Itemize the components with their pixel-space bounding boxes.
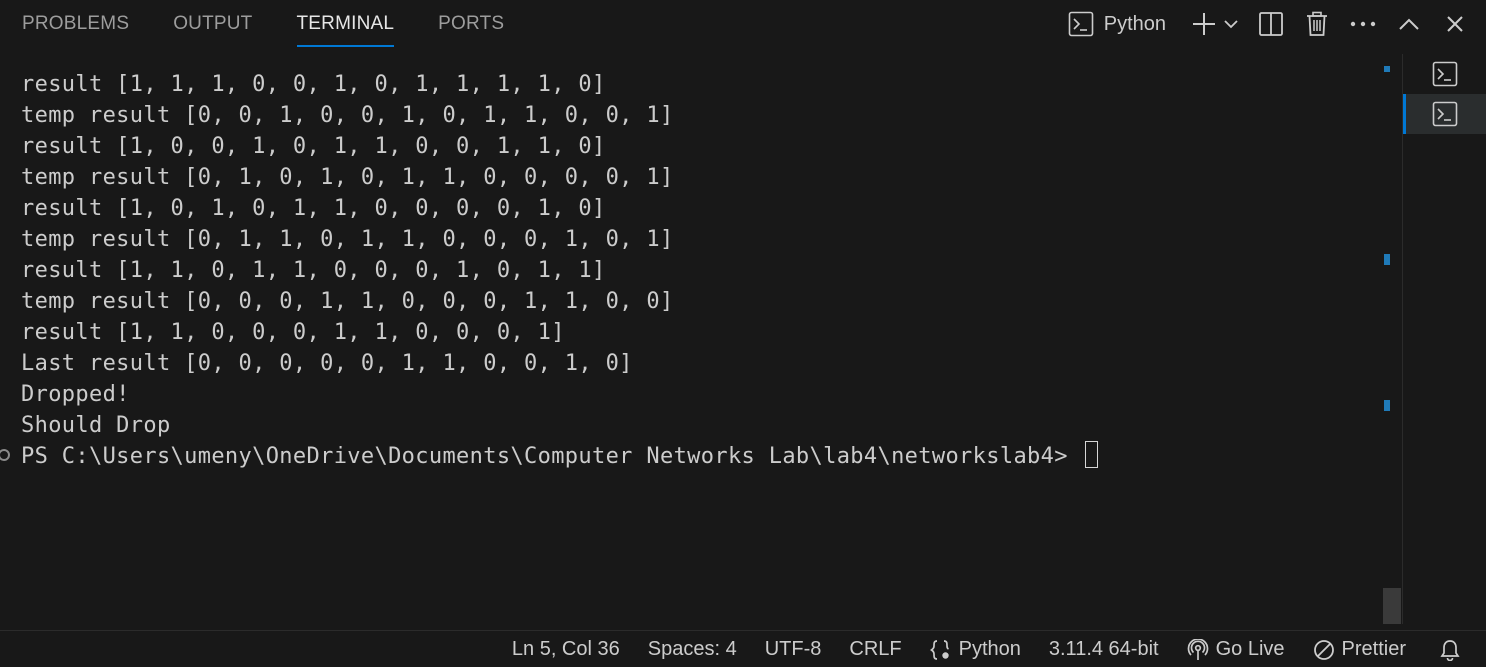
launch-profile-label: Python: [1103, 12, 1166, 35]
status-bar: Ln 5, Col 36 Spaces: 4 UTF-8 CRLF Python…: [0, 630, 1486, 667]
more-actions-button[interactable]: [1340, 4, 1386, 44]
tab-ports[interactable]: PORTS: [416, 0, 526, 48]
notifications-button[interactable]: [1420, 631, 1486, 667]
braces-icon: [929, 639, 949, 660]
terminal-line: temp result [0, 1, 0, 1, 0, 1, 1, 0, 0, …: [21, 165, 674, 190]
close-icon: [1447, 16, 1463, 32]
terminal-scrollbar[interactable]: [1380, 54, 1402, 624]
interpreter-label: 3.11.4 64-bit: [1048, 638, 1159, 660]
command-decoration-icon[interactable]: [0, 449, 10, 461]
prohibited-icon: [1313, 639, 1334, 660]
terminal-icon: [1432, 101, 1457, 127]
tab-output[interactable]: OUTPUT: [151, 0, 274, 48]
panel-header: PROBLEMS OUTPUT TERMINAL PORTS Python: [0, 0, 1486, 48]
terminal-line: Should Drop: [21, 413, 171, 438]
cursor-position[interactable]: Ln 5, Col 36: [498, 631, 634, 667]
terminal-line: result [1, 1, 1, 0, 0, 1, 0, 1, 1, 1, 1,…: [21, 72, 606, 97]
overview-ruler-mark: [1384, 400, 1390, 411]
terminal-line: temp result [0, 1, 1, 0, 1, 1, 0, 0, 0, …: [21, 227, 674, 252]
prettier-status[interactable]: Prettier: [1299, 631, 1420, 667]
vscode-panel: PROBLEMS OUTPUT TERMINAL PORTS Python re…: [0, 0, 1486, 667]
tab-terminal[interactable]: TERMINAL: [275, 0, 417, 48]
eol-label: CRLF: [849, 638, 902, 660]
encoding-label: UTF-8: [764, 638, 822, 660]
terminal-cursor: [1085, 441, 1099, 468]
prompt-line: PS C:\Users\umeny\OneDrive\Documents\Com…: [21, 441, 1099, 472]
plus-icon: [1193, 13, 1215, 35]
chevron-up-icon: [1399, 18, 1419, 30]
terminal-line: result [1, 0, 1, 0, 1, 1, 0, 0, 0, 0, 1,…: [21, 196, 606, 221]
go-live-label: Go Live: [1215, 638, 1285, 660]
panel-tabs: PROBLEMS OUTPUT TERMINAL PORTS: [0, 0, 526, 48]
terminal-line: Dropped!: [21, 382, 130, 407]
maximize-panel-button[interactable]: [1386, 4, 1432, 44]
terminal-line: result [1, 0, 0, 1, 0, 1, 1, 0, 0, 1, 1,…: [21, 134, 606, 159]
prettier-label: Prettier: [1341, 638, 1406, 660]
panel-actions: Python: [1060, 0, 1486, 48]
overview-ruler-mark: [1384, 66, 1390, 72]
overview-ruler-mark: [1384, 254, 1390, 265]
ellipsis-icon: [1350, 21, 1376, 27]
terminal-line: result [1, 1, 0, 0, 0, 1, 1, 0, 0, 0, 1]: [21, 320, 565, 345]
terminal-line: result [1, 1, 0, 1, 1, 0, 0, 0, 1, 0, 1,…: [21, 258, 606, 283]
terminal-instance-2[interactable]: [1403, 94, 1486, 134]
end-of-line[interactable]: CRLF: [835, 631, 915, 667]
new-terminal-button[interactable]: [1182, 4, 1248, 44]
terminal-icon: [1432, 61, 1457, 87]
go-live-button[interactable]: Go Live: [1173, 631, 1299, 667]
launch-profile-button[interactable]: Python: [1060, 4, 1174, 44]
encoding[interactable]: UTF-8: [751, 631, 836, 667]
language-label: Python: [958, 638, 1021, 660]
prompt-text: PS C:\Users\umeny\OneDrive\Documents\Com…: [21, 444, 1082, 469]
terminal-output[interactable]: result [1, 1, 1, 0, 0, 1, 0, 1, 1, 1, 1,…: [0, 54, 1380, 624]
terminal-instance-1[interactable]: [1403, 54, 1486, 94]
python-interpreter[interactable]: 3.11.4 64-bit: [1035, 631, 1173, 667]
kill-terminal-button[interactable]: [1294, 4, 1340, 44]
trash-icon: [1307, 11, 1327, 36]
close-panel-button[interactable]: [1432, 4, 1478, 44]
cursor-position-label: Ln 5, Col 36: [511, 638, 620, 660]
chevron-down-icon[interactable]: [1223, 16, 1239, 32]
terminal-line: Last result [0, 0, 0, 0, 0, 1, 1, 0, 0, …: [21, 351, 633, 376]
terminal-icon: [1068, 11, 1094, 37]
tab-problems[interactable]: PROBLEMS: [0, 0, 151, 48]
terminal-line: temp result [0, 0, 0, 1, 1, 0, 0, 0, 1, …: [21, 289, 674, 314]
bell-icon: [1440, 639, 1460, 661]
broadcast-icon: [1187, 638, 1208, 660]
terminal-tabs-list: [1403, 54, 1486, 624]
scrollbar-thumb[interactable]: [1383, 588, 1401, 624]
split-terminal-button[interactable]: [1248, 4, 1294, 44]
split-editor-icon: [1259, 12, 1283, 36]
language-mode[interactable]: Python: [916, 631, 1035, 667]
indentation[interactable]: Spaces: 4: [634, 631, 751, 667]
indentation-label: Spaces: 4: [647, 638, 737, 660]
terminal-line: temp result [0, 0, 1, 0, 0, 1, 0, 1, 1, …: [21, 103, 674, 128]
